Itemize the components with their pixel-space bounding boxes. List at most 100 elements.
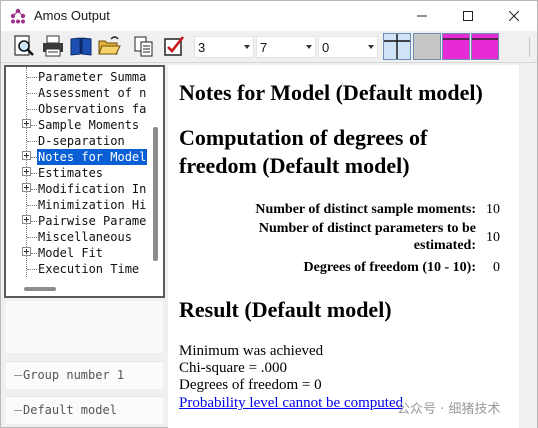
tree-item-label: Notes for Model <box>37 149 148 165</box>
tree-connector-line <box>27 77 37 78</box>
blank-list-area <box>6 301 163 353</box>
tree-item-label: Minimization Hi <box>38 198 147 212</box>
toolbar-overflow-handle[interactable] <box>529 37 536 57</box>
tree-item[interactable]: Notes for Model <box>6 149 156 165</box>
toolbar: 3 7 0 <box>1 31 537 63</box>
maximize-button[interactable] <box>445 1 491 31</box>
dropdown-arrow-icon <box>368 45 374 49</box>
open-folder-icon[interactable] <box>97 34 121 58</box>
expand-plus-icon[interactable] <box>22 247 31 256</box>
tree-horizontal-scrollbar[interactable] <box>24 287 56 291</box>
amos-app-icon <box>10 8 26 24</box>
tree-item[interactable]: Pairwise Parame <box>6 213 156 229</box>
tree-item-label: Execution Time <box>38 262 140 276</box>
section-heading-result: Result (Default model) <box>179 297 392 322</box>
tree-item-label: Pairwise Parame <box>38 214 147 228</box>
group-model-panel: Group number 1 Default model <box>4 299 165 427</box>
table-format-value: 0 <box>322 40 330 55</box>
result-line: Degrees of freedom = 0 <box>179 377 322 393</box>
tree-item[interactable]: Sample Moments <box>6 117 156 133</box>
tree-item[interactable]: Execution Time <box>6 261 156 277</box>
stat-label-sample-moments: Number of distinct sample moments: <box>255 202 476 217</box>
copy-icon[interactable] <box>132 34 156 58</box>
tree-connector-line <box>27 141 37 142</box>
close-icon <box>509 11 519 21</box>
tree-item[interactable]: Minimization Hi <box>6 197 156 213</box>
column-width-value: 7 <box>260 40 268 55</box>
model-label: Default model <box>23 403 117 417</box>
tree-item-label: Model Fit <box>38 246 104 260</box>
tree-vertical-scrollbar[interactable] <box>153 127 158 261</box>
grid-lines-toggle[interactable] <box>383 33 411 60</box>
expand-plus-icon[interactable] <box>22 167 31 176</box>
magenta-header-button[interactable] <box>442 33 470 60</box>
tree-item[interactable]: Model Fit <box>6 245 156 261</box>
expand-plus-icon[interactable] <box>22 119 31 128</box>
output-navigation-tree: Parameter Summa Assessment of n Observatio… <box>4 65 165 298</box>
close-button[interactable] <box>491 1 537 31</box>
title-bar: Amos Output <box>1 1 537 31</box>
tree-item-label: Assessment of n <box>38 86 147 100</box>
tree-item[interactable]: Assessment of n <box>6 85 156 101</box>
expand-plus-icon[interactable] <box>22 215 31 224</box>
stat-label-degrees-of-freedom: Degrees of freedom (10 - 10): <box>303 260 476 275</box>
tree-item[interactable]: Observations fa <box>6 101 156 117</box>
print-icon[interactable] <box>41 34 65 58</box>
watermark-text: 公众号 · 细猪技术 <box>397 402 501 417</box>
tree-connector-line <box>27 109 37 110</box>
decimal-places-spinner[interactable]: 3 <box>194 36 254 58</box>
tree-connector-line <box>27 237 37 238</box>
tree-connector-line <box>27 93 37 94</box>
stat-value-parameters: 10 <box>486 230 500 245</box>
tree-item-label: Miscellaneous <box>38 230 132 244</box>
grid-lines-icon <box>384 34 410 59</box>
model-list-item[interactable]: Default model <box>6 396 163 424</box>
table-format-spinner[interactable]: 0 <box>318 36 378 58</box>
column-width-spinner[interactable]: 7 <box>256 36 316 58</box>
minimize-icon <box>417 15 427 17</box>
tree-item-label: D-separation <box>38 134 125 148</box>
result-line: Minimum was achieved <box>179 343 324 359</box>
result-line: Chi-square = .000 <box>179 360 288 376</box>
print-preview-icon[interactable] <box>12 34 36 58</box>
tree-item[interactable]: D-separation <box>6 133 156 149</box>
section-heading-df: Computation of degrees of freedom (Defau… <box>179 125 428 178</box>
tree-item[interactable]: Estimates <box>6 165 156 181</box>
group-list-item[interactable]: Group number 1 <box>6 361 163 389</box>
header-row-icon <box>472 38 498 40</box>
tree-connector-line <box>14 375 22 376</box>
tree-item-label: Estimates <box>38 166 104 180</box>
magenta-row-button[interactable] <box>471 33 499 60</box>
expand-plus-icon[interactable] <box>22 151 31 160</box>
tree-connector-line <box>27 205 37 206</box>
probability-level-link[interactable]: Probability level cannot be computed <box>179 395 403 412</box>
output-content-pane: Notes for Model (Default model) Computat… <box>168 65 519 428</box>
stat-value-sample-moments: 10 <box>486 202 500 217</box>
tree-item[interactable]: Modification In <box>6 181 156 197</box>
window-title: Amos Output <box>34 8 110 23</box>
header-row-icon <box>443 38 469 40</box>
page-title: Notes for Model (Default model) <box>179 80 483 105</box>
tree-item[interactable]: Parameter Summa <box>6 69 156 85</box>
tree-item[interactable]: Miscellaneous <box>6 229 156 245</box>
tree-item-label: Modification In <box>38 182 147 196</box>
expand-plus-icon[interactable] <box>22 183 31 192</box>
group-label: Group number 1 <box>23 368 125 382</box>
tree-connector-line <box>14 410 22 411</box>
gray-background-button[interactable] <box>413 33 441 60</box>
maximize-icon <box>463 11 473 21</box>
tree-item-label: Parameter Summa <box>38 70 147 84</box>
tree-connector-line <box>27 269 37 270</box>
checkbox-options-icon[interactable] <box>162 34 186 58</box>
stat-value-degrees-of-freedom: 0 <box>493 260 500 275</box>
stat-label-parameters: Number of distinct parameters to be esti… <box>258 221 476 253</box>
tree-item-label: Observations fa <box>38 102 147 116</box>
minimize-button[interactable] <box>399 1 445 31</box>
amos-output-window: Amos Output 3 7 0 Parameter Summa Assess… <box>0 0 538 428</box>
decimal-places-value: 3 <box>198 40 206 55</box>
dropdown-arrow-icon <box>244 45 250 49</box>
content-scrollbar-track[interactable] <box>519 65 537 428</box>
tree-item-label: Sample Moments <box>38 118 140 132</box>
dropdown-arrow-icon <box>306 45 312 49</box>
book-icon[interactable] <box>69 34 93 58</box>
